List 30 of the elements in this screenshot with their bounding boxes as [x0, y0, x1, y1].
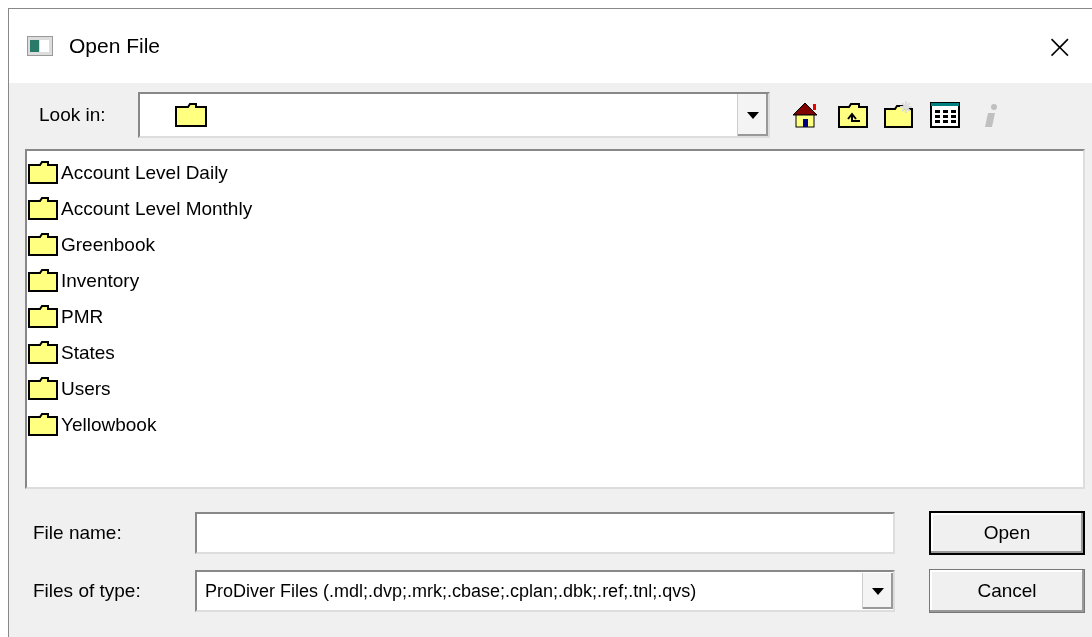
look-in-dropdown[interactable]: [138, 92, 770, 138]
file-name-field[interactable]: [195, 512, 895, 554]
folder-icon: [174, 102, 208, 128]
file-type-dropdown[interactable]: ProDiver Files (.mdl;.dvp;.mrk;.cbase;.cplan;.dbk;.ref;.tnl;.qvs): [195, 570, 895, 612]
details-view-icon[interactable]: [928, 99, 962, 131]
folder-item[interactable]: Account Level Monthly: [27, 191, 257, 227]
look-in-label: Look in:: [38, 104, 107, 126]
folder-item[interactable]: Greenbook: [27, 227, 159, 263]
folder-icon: [27, 377, 59, 401]
folder-icon: [27, 413, 59, 437]
folder-icon: [27, 233, 59, 257]
folder-item[interactable]: PMR: [27, 299, 108, 335]
folder-item[interactable]: Account Level Daily: [27, 155, 232, 191]
folder-icon: [27, 305, 59, 329]
open-button[interactable]: Open: [929, 511, 1085, 555]
folder-icon: [27, 197, 59, 221]
window-title: Open File: [69, 34, 161, 58]
folder-icon: [27, 161, 59, 185]
close-button[interactable]: ×: [1037, 26, 1082, 66]
folder-icon: [27, 269, 59, 293]
file-type-label: Files of type:: [32, 580, 142, 602]
folder-icon: [27, 341, 59, 365]
folder-item[interactable]: States: [27, 335, 119, 371]
folder-item[interactable]: Inventory: [27, 263, 144, 299]
new-folder-icon[interactable]: [882, 99, 916, 131]
file-name-label: File name:: [32, 522, 123, 544]
app-icon: [27, 36, 53, 56]
folder-item[interactable]: Yellowbook: [27, 407, 161, 443]
folder-item[interactable]: Users: [27, 371, 115, 407]
cancel-button[interactable]: Cancel: [929, 569, 1085, 613]
